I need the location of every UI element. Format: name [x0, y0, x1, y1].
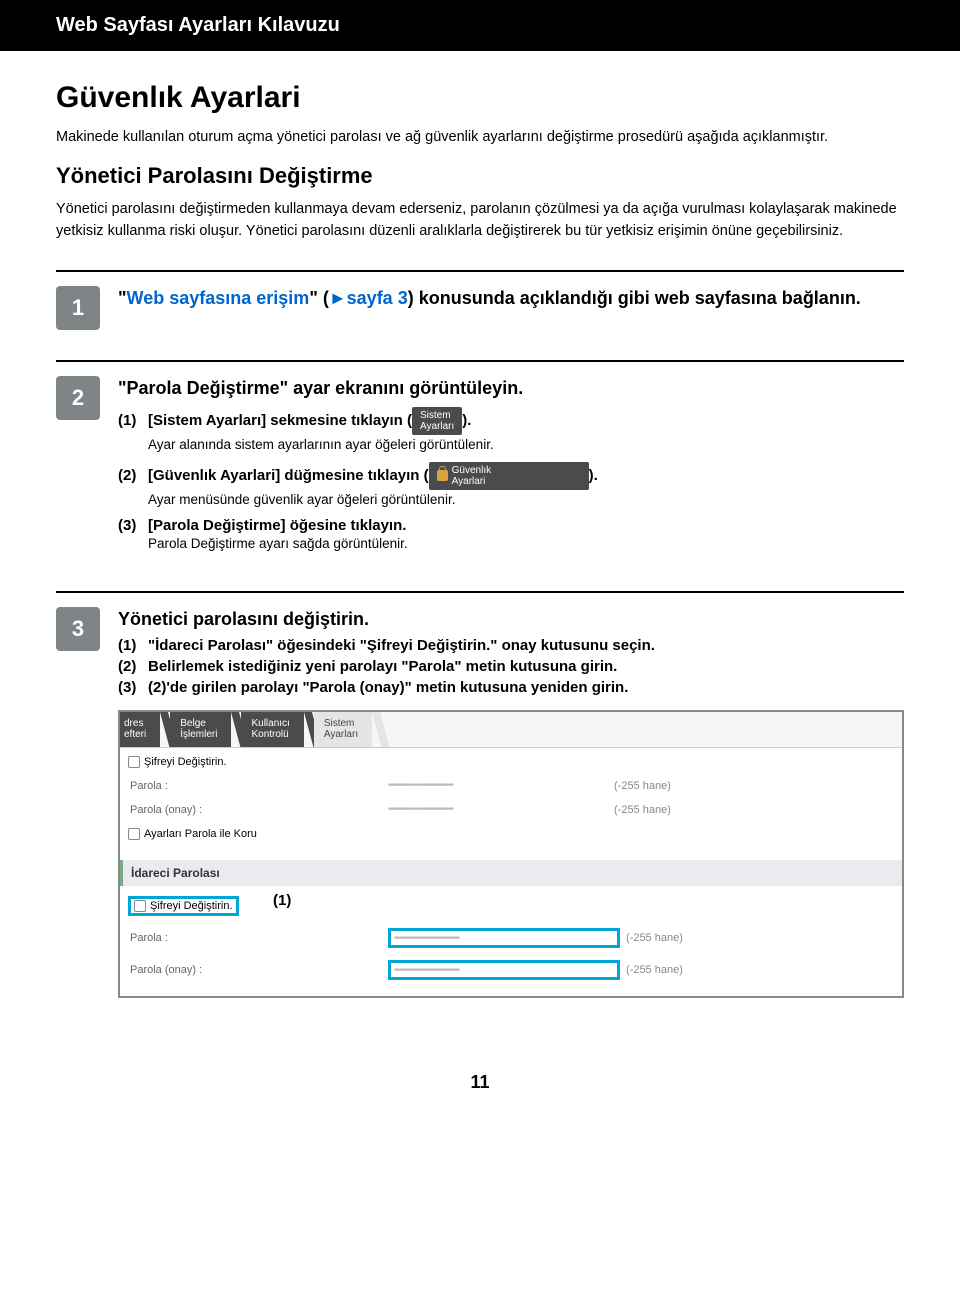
char-hint: (-255 hane)	[614, 804, 671, 816]
doc-header: Web Sayfası Ayarları Kılavuzu	[0, 0, 960, 51]
tab-system-settings[interactable]: Sistem Ayarları	[314, 712, 372, 747]
step-3-item-2: (2)Belirlemek istediğiniz yeni parolayı …	[118, 658, 904, 675]
checkbox-label: Ayarları Parola ile Koru	[144, 828, 257, 840]
step-body: Yönetici parolasını değiştirin. (1)"İdar…	[118, 607, 904, 998]
step-3-item-1: (1)"İdareci Parolası" öğesindeki "Şifrey…	[118, 637, 904, 654]
divider	[56, 591, 904, 593]
tab-address-book[interactable]: dres efteri	[120, 712, 160, 747]
highlight-password: ••••••••••••••••••••••••••	[388, 928, 620, 948]
password-input-user[interactable]: ••••••••••••••••••••••••••	[388, 780, 608, 791]
checkbox-protect-with-password[interactable]	[128, 828, 140, 840]
callout-1: (1)	[273, 892, 291, 909]
page-title: Güvenlık Ayarlari	[56, 81, 904, 115]
step-2-item-3-note: Parola Değiştirme ayarı sağda görüntülen…	[148, 536, 904, 551]
page-content: Güvenlık Ayarlari Makinede kullanılan ot…	[0, 51, 960, 1048]
step-2: 2 "Parola Değiştirme" ayar ekranını görü…	[56, 376, 904, 560]
step-2-item-2: (2)[Güvenlık Ayarlari] düğmesine tıklayı…	[118, 462, 904, 490]
password-input-admin[interactable]: ••••••••••••••••••••••••••	[394, 933, 614, 944]
step-number: 2	[56, 376, 100, 420]
step-number: 3	[56, 607, 100, 651]
admin-section: Şifreyi Değiştirin. (1) Parola : •••••••…	[120, 888, 902, 996]
field-label-password: Parola :	[128, 780, 388, 792]
section-body: Yönetici parolasını değiştirmeden kullan…	[56, 199, 904, 243]
step-3-title: Yönetici parolasını değiştirin.	[118, 607, 904, 631]
step-2-item-1: (1)[Sistem Ayarları] sekmesine tıklayın …	[118, 407, 904, 435]
checkbox-change-password-admin[interactable]	[134, 900, 146, 912]
field-label-password-confirm: Parola (onay) :	[128, 804, 388, 816]
admin-password-header: İdareci Parolası	[120, 860, 902, 886]
checkbox-label: Şifreyi Değiştirin.	[150, 900, 233, 912]
char-hint: (-255 hane)	[626, 964, 683, 976]
settings-screenshot: dres efteri Belge İşlemleri Kullanıcı Ko…	[118, 710, 904, 998]
system-settings-tab-tag: Sistem Ayarları	[412, 407, 462, 435]
section-title: Yönetici Parolasını Değiştirme	[56, 163, 904, 189]
step-3: 3 Yönetici parolasını değiştirin. (1)"İd…	[56, 607, 904, 998]
password-confirm-input-user[interactable]: ••••••••••••••••••••••••••	[388, 804, 608, 815]
link-page-3[interactable]: ►sayfa 3	[329, 288, 408, 308]
lock-icon	[437, 470, 448, 481]
step-number: 1	[56, 286, 100, 330]
tab-document-ops[interactable]: Belge İşlemleri	[170, 712, 231, 747]
step-3-item-3: (3)(2)'de girilen parolayı "Parola (onay…	[118, 679, 904, 696]
password-confirm-input-admin[interactable]: ••••••••••••••••••••••••••	[394, 965, 614, 976]
char-hint: (-255 hane)	[614, 780, 671, 792]
page-number: 11	[0, 1072, 960, 1093]
divider	[56, 360, 904, 362]
char-hint: (-255 hane)	[626, 932, 683, 944]
upper-section: Şifreyi Değiştirin. Parola :••••••••••••…	[120, 748, 902, 848]
field-label-password-confirm: Parola (onay) :	[128, 964, 388, 976]
step-1-title: "Web sayfasına erişim" (►sayfa 3) konusu…	[118, 286, 904, 310]
checkbox-label: Şifreyi Değiştirin.	[144, 756, 227, 768]
tab-user-control[interactable]: Kullanıcı Kontrolü	[241, 712, 303, 747]
step-1: 1 "Web sayfasına erişim" (►sayfa 3) konu…	[56, 286, 904, 330]
step-2-item-3: (3)[Parola Değiştirme] öğesine tıklayın.	[118, 517, 904, 534]
highlight-checkbox: Şifreyi Değiştirin.	[128, 896, 239, 916]
field-label-password: Parola :	[128, 932, 388, 944]
doc-header-title: Web Sayfası Ayarları Kılavuzu	[56, 14, 340, 36]
link-web-access[interactable]: Web sayfasına erişim	[127, 288, 310, 308]
security-settings-button-tag: Güvenlık Ayarlari	[429, 462, 589, 490]
step-2-item-1-note: Ayar alanında sistem ayarlarının ayar öğ…	[148, 437, 904, 452]
divider	[56, 270, 904, 272]
checkbox-change-password-user[interactable]	[128, 756, 140, 768]
highlight-password-confirm: ••••••••••••••••••••••••••	[388, 960, 620, 980]
intro-text: Makinede kullanılan oturum açma yönetici…	[56, 127, 904, 149]
tab-bar: dres efteri Belge İşlemleri Kullanıcı Ko…	[120, 712, 902, 748]
step-2-item-2-note: Ayar menüsünde güvenlik ayar öğeleri gör…	[148, 492, 904, 507]
step-body: "Web sayfasına erişim" (►sayfa 3) konusu…	[118, 286, 904, 330]
step-2-title: "Parola Değiştirme" ayar ekranını görünt…	[118, 376, 904, 400]
step-body: "Parola Değiştirme" ayar ekranını görünt…	[118, 376, 904, 560]
